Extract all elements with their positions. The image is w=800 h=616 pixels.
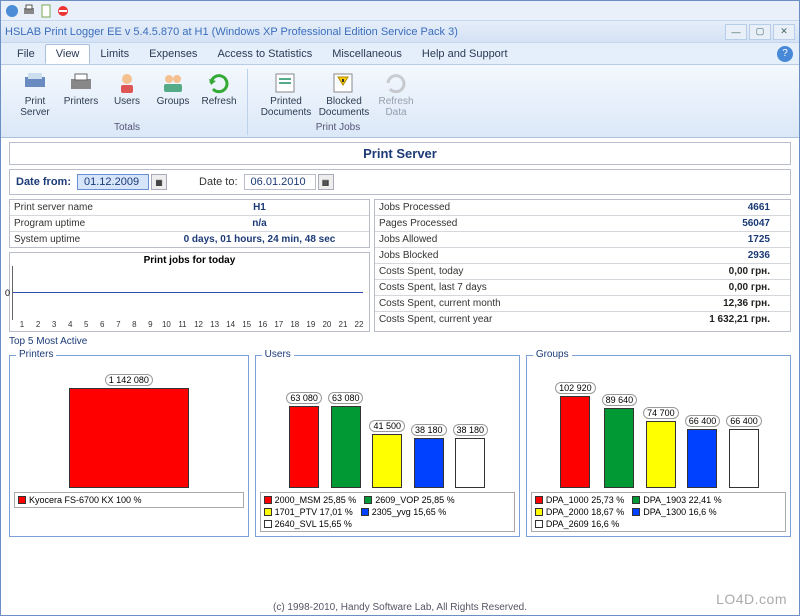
- stats-box: Jobs Processed4661 Pages Processed56047 …: [374, 199, 791, 332]
- close-button[interactable]: ✕: [773, 24, 795, 40]
- date-from-input[interactable]: 01.12.2009: [77, 174, 149, 190]
- users-chart: 63 08063 08041 50038 18038 180: [260, 360, 515, 490]
- groups-legend: DPA_1000 25,73 %DPA_1903 22,41 %DPA_2000…: [531, 492, 786, 532]
- printed-documents-button[interactable]: Printed Documents: [258, 69, 314, 120]
- refresh-data-button[interactable]: Refresh Data: [374, 69, 418, 120]
- app-window: HSLAB Print Logger EE v 5.4.5.870 at H1 …: [0, 0, 800, 616]
- menu-access[interactable]: Access to Statistics: [207, 45, 322, 63]
- title-bar: HSLAB Print Logger EE v 5.4.5.870 at H1 …: [1, 21, 799, 43]
- ribbon-group-printjobs: Printed Documents Blocked Documents Refr…: [252, 69, 424, 135]
- footer-copyright: (c) 1998-2010, Handy Software Lab, All R…: [1, 602, 799, 613]
- server-name-value: H1: [150, 200, 369, 215]
- server-info-box: Print server nameH1 Program uptimen/a Sy…: [9, 199, 370, 248]
- window-title: HSLAB Print Logger EE v 5.4.5.870 at H1 …: [5, 26, 723, 38]
- date-from-label: Date from:: [16, 176, 71, 188]
- users-legend: 2000_MSM 25,85 %2609_VOP 25,85 %1701_PTV…: [260, 492, 515, 532]
- ribbon-group-totals: Print Server Printers Users Groups Refre…: [7, 69, 248, 135]
- doc-icon[interactable]: [39, 4, 53, 18]
- blocked-documents-button[interactable]: Blocked Documents: [316, 69, 372, 120]
- cost-today-value: 0,00 грн.: [515, 264, 790, 279]
- menu-expenses[interactable]: Expenses: [139, 45, 207, 63]
- date-from-field: 01.12.2009 ▦: [77, 174, 167, 190]
- date-to-input[interactable]: 06.01.2010: [244, 174, 316, 190]
- groups-fieldset: Groups 102 92089 64074 70066 40066 400 D…: [526, 355, 791, 537]
- jobs-blocked-value: 2936: [515, 248, 790, 263]
- menu-bar: File View Limits Expenses Access to Stat…: [1, 43, 799, 65]
- maximize-button[interactable]: ▢: [749, 24, 771, 40]
- program-uptime-value: n/a: [150, 216, 369, 231]
- minimize-button[interactable]: —: [725, 24, 747, 40]
- panel-title: Print Server: [9, 142, 791, 165]
- refresh-button[interactable]: Refresh: [197, 69, 241, 120]
- help-icon[interactable]: ?: [777, 46, 793, 62]
- print-icon[interactable]: [22, 4, 36, 18]
- jobs-allowed-value: 1725: [515, 232, 790, 247]
- printers-fieldset: Printers 1 142 080 Kyocera FS-6700 KX 10…: [9, 355, 249, 537]
- printers-button[interactable]: Printers: [59, 69, 103, 120]
- date-to-picker-button[interactable]: ▦: [318, 174, 334, 190]
- content-area: Print Server Date from: 01.12.2009 ▦ Dat…: [1, 138, 799, 541]
- menu-limits[interactable]: Limits: [90, 45, 139, 63]
- chart-x-ticks: 12345678910111213141516171819202122: [12, 320, 367, 329]
- group-label-printjobs: Print Jobs: [258, 122, 418, 133]
- group-label-totals: Totals: [13, 122, 241, 133]
- chart-line: [13, 292, 363, 293]
- system-uptime-value: 0 days, 01 hours, 24 min, 48 sec: [150, 232, 369, 247]
- pages-processed-value: 56047: [515, 216, 790, 231]
- menu-misc[interactable]: Miscellaneous: [322, 45, 412, 63]
- groups-button[interactable]: Groups: [151, 69, 195, 120]
- printers-legend: Kyocera FS-6700 KX 100 %: [14, 492, 244, 508]
- print-jobs-today-chart: Print jobs for today 0 12345678910111213…: [9, 252, 370, 332]
- app-icon: [5, 4, 19, 18]
- menu-view[interactable]: View: [45, 44, 91, 64]
- quick-access-toolbar: [1, 1, 799, 21]
- jobs-processed-value: 4661: [515, 200, 790, 215]
- date-to-field: 06.01.2010 ▦: [244, 174, 334, 190]
- menu-file[interactable]: File: [7, 45, 45, 63]
- cost-7d-value: 0,00 грн.: [515, 280, 790, 295]
- menu-help[interactable]: Help and Support: [412, 45, 518, 63]
- ribbon: Print Server Printers Users Groups Refre…: [1, 65, 799, 138]
- users-button[interactable]: Users: [105, 69, 149, 120]
- users-fieldset: Users 63 08063 08041 50038 18038 180 200…: [255, 355, 520, 537]
- watermark: LO4D.com: [716, 591, 787, 607]
- block-icon[interactable]: [56, 4, 70, 18]
- cost-month-value: 12,36 грн.: [515, 296, 790, 311]
- groups-chart: 102 92089 64074 70066 40066 400: [531, 360, 786, 490]
- cost-year-value: 1 632,21 грн.: [515, 312, 790, 327]
- date-range-row: Date from: 01.12.2009 ▦ Date to: 06.01.2…: [9, 169, 791, 195]
- printers-chart: 1 142 080: [14, 360, 244, 490]
- top5-row: Printers 1 142 080 Kyocera FS-6700 KX 10…: [9, 355, 791, 537]
- date-to-label: Date to:: [199, 176, 238, 188]
- top5-label: Top 5 Most Active: [9, 336, 791, 347]
- print-server-button[interactable]: Print Server: [13, 69, 57, 120]
- date-from-picker-button[interactable]: ▦: [151, 174, 167, 190]
